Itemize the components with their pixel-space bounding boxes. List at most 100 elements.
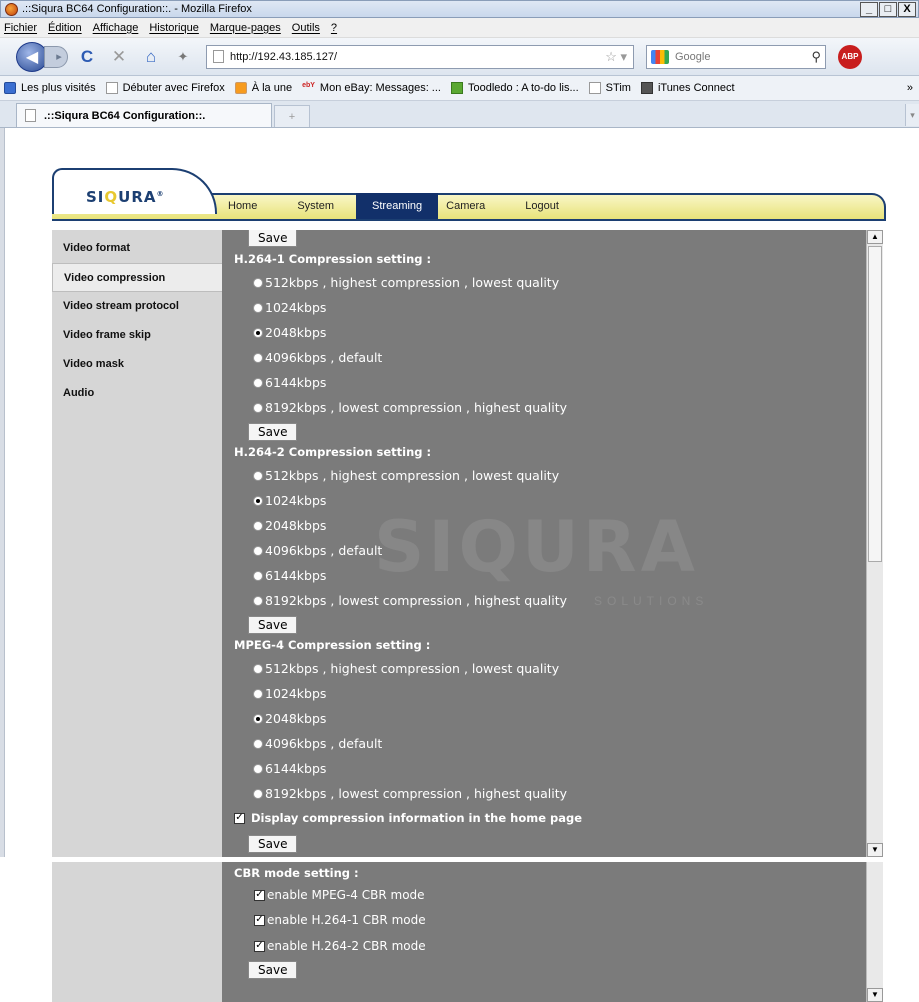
vertical-scrollbar[interactable]: ▲ ▼ [866, 230, 883, 857]
bookmark-ebay[interactable]: ebY Mon eBay: Messages: ... [302, 82, 441, 94]
bookmark-most-visited[interactable]: Les plus visités [4, 82, 96, 94]
cbr-option[interactable]: ✓ enable H.264-1 CBR mode [254, 913, 426, 927]
bitrate-option[interactable]: 8192kbps , lowest compression , highest … [253, 593, 567, 608]
bitrate-option[interactable]: 4096kbps , default [253, 736, 382, 751]
bookmark-getting-started[interactable]: Débuter avec Firefox [105, 82, 225, 94]
sidebar-item-video-format[interactable]: Video format [52, 234, 222, 263]
save-button[interactable]: Save [248, 616, 298, 634]
save-button[interactable]: Save [248, 835, 298, 853]
cbr-checkbox[interactable]: ✓ [254, 940, 265, 952]
nav-streaming[interactable]: Streaming [356, 193, 439, 219]
sidebar-item-video-frame-skip[interactable]: Video frame skip [52, 321, 222, 350]
bitrate-radio[interactable] [253, 495, 263, 506]
menu-affichage[interactable]: Affichage [93, 22, 139, 34]
bitrate-radio[interactable] [253, 763, 263, 774]
bitrate-option[interactable]: 512kbps , highest compression , lowest q… [253, 661, 559, 676]
sidebar-item-video-mask[interactable]: Video mask [52, 350, 222, 379]
save-button[interactable]: Save [248, 961, 298, 979]
bitrate-radio[interactable] [253, 713, 263, 724]
bitrate-option[interactable]: 512kbps , highest compression , lowest q… [253, 468, 559, 483]
bitrate-option[interactable]: 8192kbps , lowest compression , highest … [253, 400, 567, 415]
close-button[interactable]: X [898, 2, 916, 17]
sidebar-item-video-stream-protocol[interactable]: Video stream protocol [52, 292, 222, 321]
menu-edition[interactable]: Édition [48, 22, 82, 34]
bitrate-radio[interactable] [253, 327, 263, 338]
bitrate-radio[interactable] [253, 688, 263, 699]
bookmarks-overflow[interactable]: » [907, 82, 919, 94]
bitrate-option[interactable]: 512kbps , highest compression , lowest q… [253, 275, 559, 290]
bitrate-radio[interactable] [253, 302, 263, 313]
bitrate-radio[interactable] [253, 738, 263, 749]
new-tab-button[interactable]: + [274, 105, 310, 127]
sidebar: Video format Video compression Video str… [52, 230, 222, 857]
bitrate-option[interactable]: 4096kbps , default [253, 543, 382, 558]
bitrate-radio[interactable] [253, 663, 263, 674]
search-box[interactable]: Google ⚲ [646, 44, 826, 69]
tab-siqura[interactable]: .::Siqura BC64 Configuration::. [16, 103, 272, 127]
bookmark-itunes-connect[interactable]: iTunes Connect [640, 82, 735, 94]
bitrate-option[interactable]: 4096kbps , default [253, 350, 382, 365]
bitrate-radio[interactable] [253, 277, 263, 288]
cbr-option[interactable]: ✓ enable MPEG-4 CBR mode [254, 888, 425, 902]
nav-camera[interactable]: Camera [438, 193, 509, 219]
sidebar-continuation [52, 862, 222, 1002]
bitrate-option[interactable]: 6144kbps [253, 761, 326, 776]
menu-marque-pages[interactable]: Marque-pages [210, 22, 281, 34]
bitrate-radio[interactable] [253, 545, 263, 556]
h264-1-heading: H.264-1 Compression setting : [234, 252, 432, 266]
bitrate-option[interactable]: 8192kbps , lowest compression , highest … [253, 786, 567, 801]
bitrate-option[interactable]: 6144kbps [253, 375, 326, 390]
nav-system[interactable]: System [273, 193, 356, 219]
bookmark-star-icon[interactable]: ☆ ▾ [605, 49, 627, 65]
cbr-checkbox[interactable]: ✓ [254, 889, 265, 901]
bitrate-option[interactable]: 2048kbps [253, 711, 326, 726]
bitrate-option[interactable]: 1024kbps [253, 300, 326, 315]
menu-help[interactable]: ? [331, 22, 337, 34]
adblock-icon[interactable]: ABP [838, 44, 862, 69]
bitrate-radio[interactable] [253, 520, 263, 531]
vertical-scrollbar[interactable]: ▼ [866, 862, 883, 1002]
bitrate-radio[interactable] [253, 595, 263, 606]
save-button[interactable]: Save [248, 423, 298, 441]
stop-icon[interactable]: ✕ [106, 44, 132, 70]
cbr-checkbox[interactable]: ✓ [254, 914, 265, 926]
menu-outils[interactable]: Outils [292, 22, 320, 34]
sidebar-item-video-compression[interactable]: Video compression [52, 263, 222, 292]
scroll-down-icon[interactable]: ▼ [867, 988, 883, 1002]
menu-historique[interactable]: Historique [149, 22, 199, 34]
maximize-button[interactable]: □ [879, 2, 897, 17]
bitrate-radio[interactable] [253, 377, 263, 388]
reload-icon[interactable]: C [74, 44, 100, 70]
scroll-thumb[interactable] [868, 246, 882, 562]
sidebar-item-audio[interactable]: Audio [52, 379, 222, 408]
display-info-option[interactable]: ✓ Display compression information in the… [234, 811, 582, 825]
forward-button[interactable]: ▸ [44, 45, 68, 68]
bitrate-radio[interactable] [253, 470, 263, 481]
bookmark-toodledo[interactable]: Toodledo : A to-do lis... [450, 82, 579, 94]
home-icon[interactable]: ⌂ [138, 44, 164, 70]
tab-list-icon[interactable]: ▾ [905, 104, 919, 126]
scroll-up-icon[interactable]: ▲ [867, 230, 883, 244]
minimize-button[interactable]: _ [860, 2, 878, 17]
cbr-option[interactable]: ✓ enable H.264-2 CBR mode [254, 939, 426, 953]
nav-logout[interactable]: Logout [509, 193, 575, 219]
menu-fichier[interactable]: Fichier [4, 22, 37, 34]
bitrate-option[interactable]: 1024kbps [253, 686, 326, 701]
scroll-down-icon[interactable]: ▼ [867, 843, 883, 857]
bitrate-option[interactable]: 6144kbps [253, 568, 326, 583]
save-button[interactable]: Save [248, 230, 298, 247]
nav-home[interactable]: Home [218, 193, 273, 219]
bitrate-radio[interactable] [253, 788, 263, 799]
bitrate-option[interactable]: 2048kbps [253, 518, 326, 533]
bitrate-radio[interactable] [253, 352, 263, 363]
addon-icon[interactable]: ✦ [170, 44, 196, 70]
bookmark-stim[interactable]: STim [588, 82, 631, 94]
bookmark-headlines[interactable]: À la une [234, 82, 292, 94]
url-bar[interactable]: http://192.43.185.127/ ☆ ▾ [206, 44, 634, 69]
bitrate-radio[interactable] [253, 570, 263, 581]
display-info-checkbox[interactable]: ✓ [234, 812, 245, 824]
bitrate-radio[interactable] [253, 402, 263, 413]
bitrate-option[interactable]: 1024kbps [253, 493, 326, 508]
search-icon[interactable]: ⚲ [811, 49, 821, 65]
bitrate-option[interactable]: 2048kbps [253, 325, 326, 340]
